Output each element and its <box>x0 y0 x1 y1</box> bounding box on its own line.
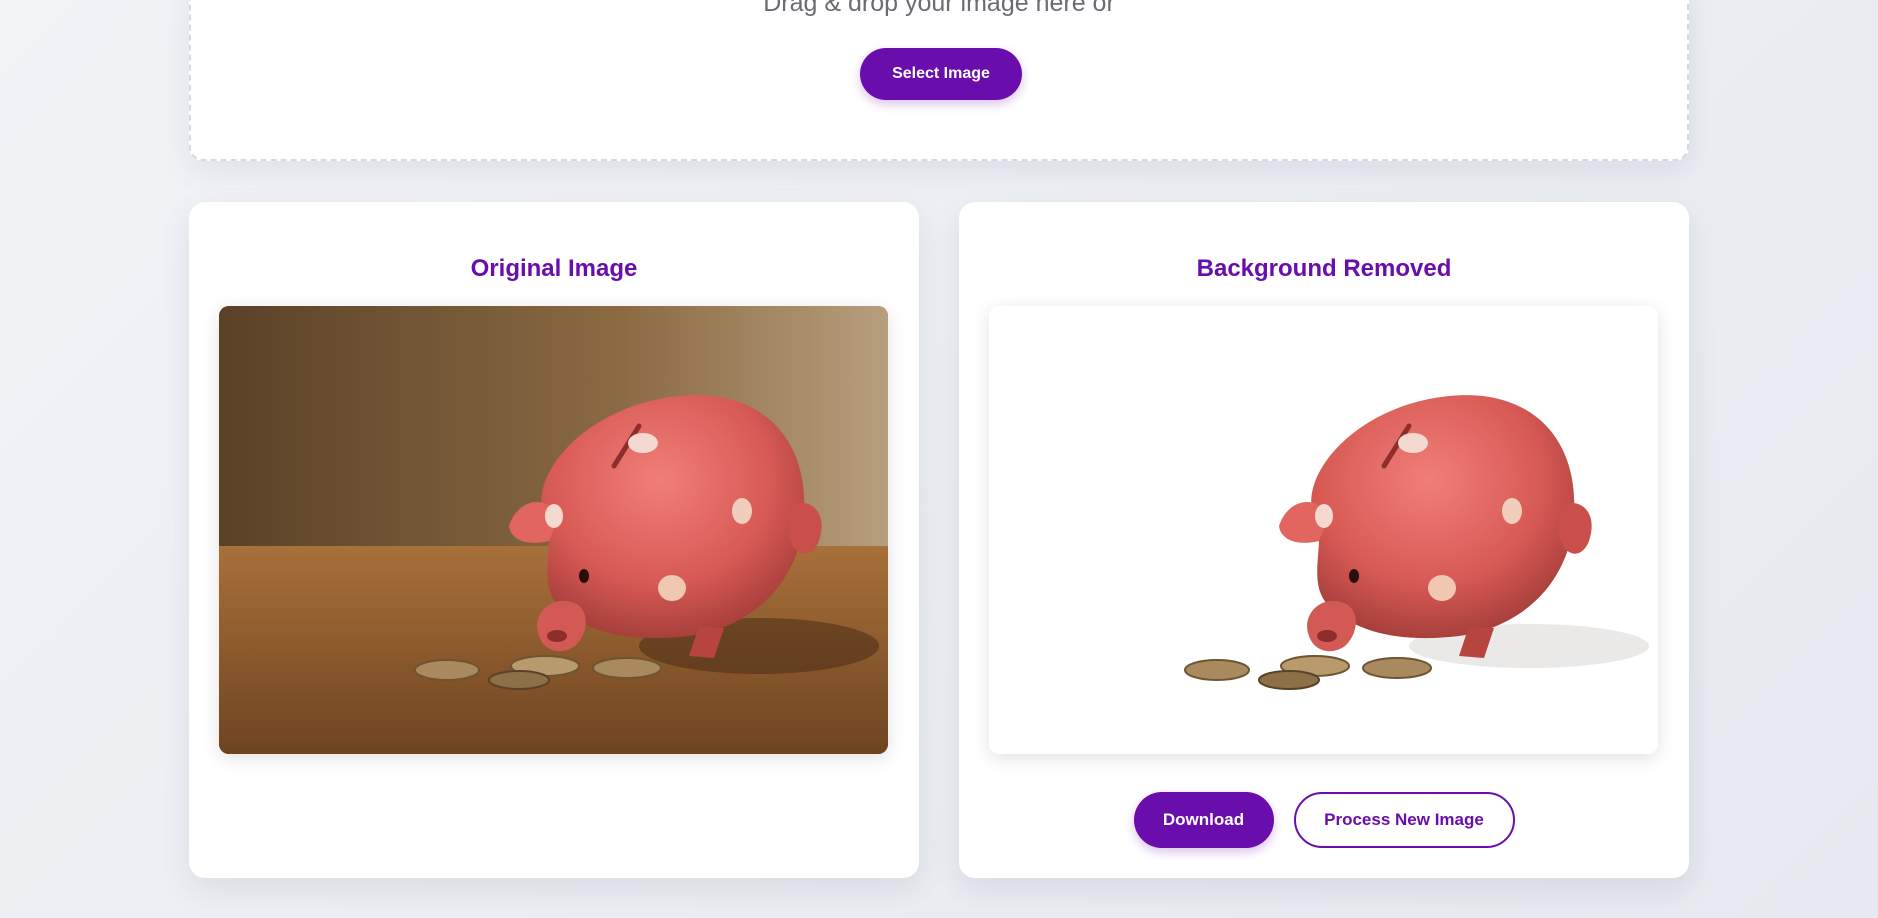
dropzone-text: Drag & drop your image here or <box>763 0 1115 17</box>
background-removed-title: Background Removed <box>1196 255 1452 282</box>
process-new-image-button[interactable]: Process New Image <box>1293 792 1515 848</box>
select-image-button[interactable]: Select Image <box>860 48 1022 100</box>
download-button[interactable]: Download <box>1133 792 1274 848</box>
piggy-bank-cutout <box>1184 395 1649 690</box>
result-actions: Download Process New Image <box>959 792 1689 848</box>
upload-dropzone[interactable]: Drag & drop your image here or Select Im… <box>189 0 1689 161</box>
original-image-card: Original Image <box>189 202 919 878</box>
page: Drag & drop your image here or Select Im… <box>0 0 1878 918</box>
background-removed-card: Background Removed Download Process New … <box>959 202 1689 878</box>
original-image <box>219 306 888 754</box>
background-removed-image <box>989 306 1658 754</box>
original-image-title: Original Image <box>470 255 638 282</box>
piggy-bank-photo <box>219 306 888 754</box>
